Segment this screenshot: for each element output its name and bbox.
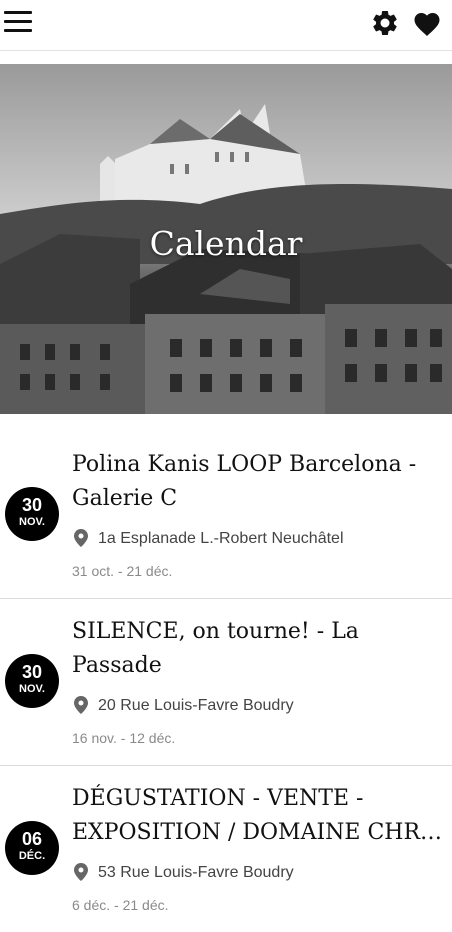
- list-item[interactable]: 06 DÉC. DÉGUSTATION - VENTE - EXPOSITION…: [0, 766, 452, 932]
- event-address: 53 Rue Louis-Favre Boudry: [98, 864, 294, 881]
- date-badge: 06 DÉC.: [5, 821, 59, 875]
- event-title-line: DÉGUSTATION - VENTE -: [72, 786, 364, 811]
- location-pin-icon: [74, 529, 88, 547]
- event-title-line: Galerie C: [72, 486, 178, 511]
- event-dates: 31 oct. - 21 déc.: [72, 563, 173, 579]
- page-title: Calendar: [149, 224, 303, 263]
- event-title-line: Polina Kanis LOOP Barcelona -: [72, 452, 417, 477]
- event-title-line: EXPOSITION / DOMAINE CHRI...: [72, 820, 444, 845]
- top-bar: [0, 0, 452, 51]
- date-badge: 30 NOV.: [5, 654, 59, 708]
- date-month: NOV.: [19, 516, 45, 528]
- hero-banner: Calendar: [0, 64, 452, 414]
- list-item[interactable]: 30 NOV. SILENCE, on tourne! - La Passade…: [0, 599, 452, 766]
- event-title: SILENCE, on tourne! - La Passade: [72, 615, 444, 683]
- event-dates: 6 déc. - 21 déc.: [72, 897, 169, 913]
- date-month: NOV.: [19, 683, 45, 695]
- event-title-line: Passade: [72, 653, 162, 678]
- event-dates: 16 nov. - 12 déc.: [72, 730, 176, 746]
- location-pin-icon: [74, 696, 88, 714]
- date-day: 30: [21, 662, 43, 682]
- date-badge: 30 NOV.: [5, 487, 59, 541]
- event-title: DÉGUSTATION - VENTE - EXPOSITION / DOMAI…: [72, 782, 444, 850]
- gear-icon[interactable]: [370, 8, 400, 38]
- heart-icon[interactable]: [412, 9, 442, 37]
- list-item[interactable]: 30 NOV. Polina Kanis LOOP Barcelona - Ga…: [0, 432, 452, 599]
- location-pin-icon: [74, 863, 88, 881]
- event-title: Polina Kanis LOOP Barcelona - Galerie C: [72, 448, 444, 516]
- event-address: 1a Esplanade L.-Robert Neuchâtel: [98, 530, 344, 547]
- date-day: 06: [21, 829, 43, 849]
- event-address: 20 Rue Louis-Favre Boudry: [98, 697, 294, 714]
- menu-icon[interactable]: [4, 11, 32, 33]
- date-day: 30: [21, 495, 43, 515]
- event-title-line: SILENCE, on tourne! - La: [72, 619, 359, 644]
- date-month: DÉC.: [18, 850, 46, 862]
